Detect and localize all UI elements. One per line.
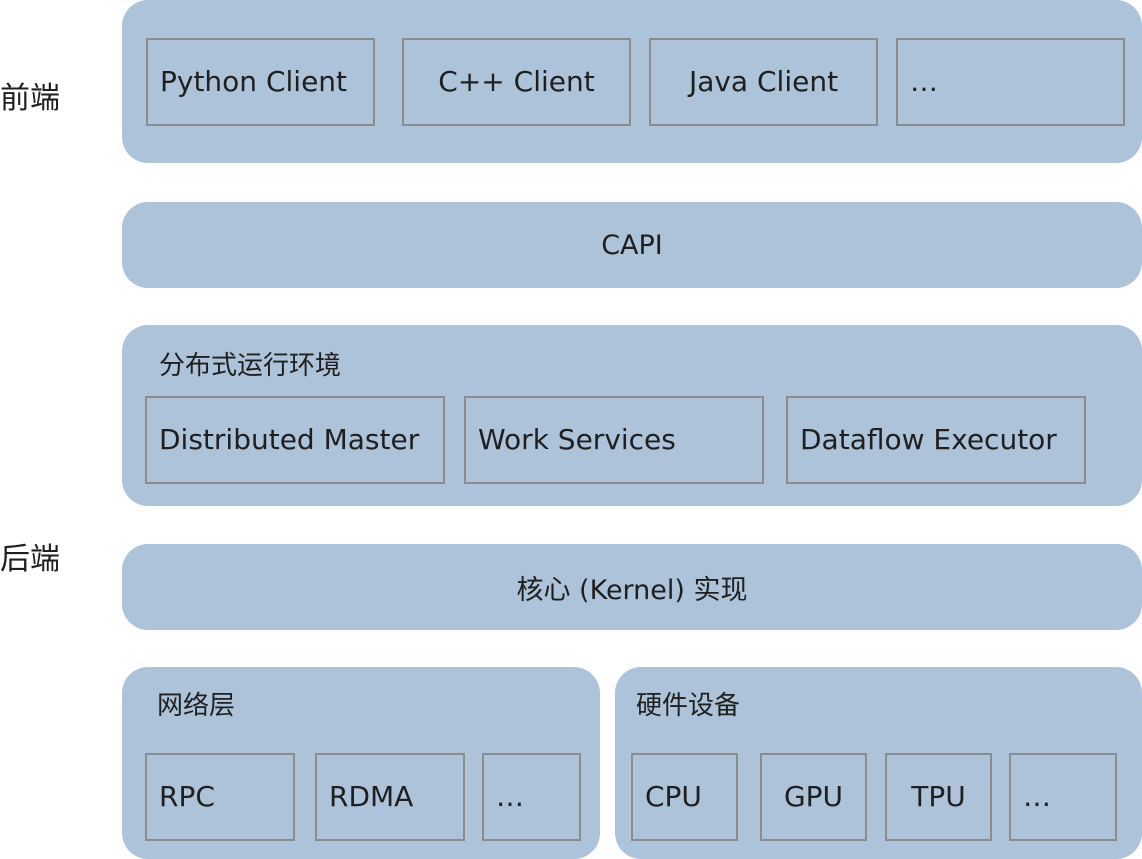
network-title: 网络层 bbox=[157, 691, 236, 721]
hardware-title: 硬件设备 bbox=[636, 691, 741, 721]
capi-label: CAPI bbox=[601, 229, 663, 261]
cpu-box: CPU bbox=[631, 753, 738, 841]
hardware-layer: 硬件设备 CPU GPU TPU … bbox=[615, 667, 1142, 859]
work-services-box: Work Services bbox=[464, 396, 764, 484]
java-client-box: Java Client bbox=[649, 38, 878, 126]
frontend-label: 前端 bbox=[0, 81, 60, 116]
capi-layer: CAPI bbox=[122, 202, 1142, 288]
more-network-box: … bbox=[482, 753, 581, 841]
client-layer: Python Client C++ Client Java Client … bbox=[122, 0, 1142, 163]
network-layer: 网络层 RPC RDMA … bbox=[122, 667, 600, 859]
more-clients-box: … bbox=[896, 38, 1125, 126]
more-hardware-box: … bbox=[1009, 753, 1117, 841]
rpc-box: RPC bbox=[145, 753, 295, 841]
kernel-layer: 核心 (Kernel) 实现 bbox=[122, 544, 1142, 630]
rdma-box: RDMA bbox=[315, 753, 465, 841]
distributed-runtime-layer: 分布式运行环境 Distributed Master Work Services… bbox=[122, 325, 1142, 506]
dataflow-executor-box: Dataflow Executor bbox=[786, 396, 1086, 484]
distributed-runtime-title: 分布式运行环境 bbox=[159, 351, 342, 381]
kernel-label: 核心 (Kernel) 实现 bbox=[516, 574, 748, 606]
python-client-box: Python Client bbox=[146, 38, 375, 126]
gpu-box: GPU bbox=[760, 753, 867, 841]
cpp-client-box: C++ Client bbox=[402, 38, 631, 126]
distributed-master-box: Distributed Master bbox=[145, 396, 445, 484]
tpu-box: TPU bbox=[885, 753, 992, 841]
backend-label: 后端 bbox=[0, 542, 60, 577]
